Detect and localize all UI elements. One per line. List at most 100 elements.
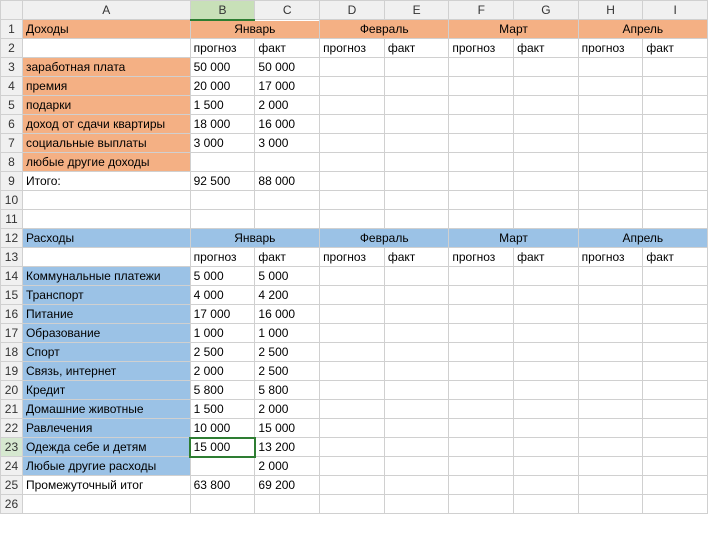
col-header-D[interactable]: D (320, 1, 385, 20)
cell[interactable] (514, 77, 579, 96)
cell[interactable]: 2 000 (190, 362, 255, 381)
cell[interactable] (578, 381, 643, 400)
cell[interactable]: Транспорт (22, 286, 190, 305)
cell[interactable] (384, 267, 449, 286)
col-header-I[interactable]: I (643, 1, 708, 20)
cell[interactable] (320, 96, 385, 115)
cell[interactable] (514, 305, 579, 324)
row-header[interactable]: 10 (1, 191, 23, 210)
cell[interactable]: Образование (22, 324, 190, 343)
cell[interactable]: 18 000 (190, 115, 255, 134)
cell[interactable] (449, 400, 514, 419)
cell[interactable] (643, 419, 708, 438)
cell[interactable] (384, 153, 449, 172)
cell[interactable]: 1 000 (255, 324, 320, 343)
cell[interactable] (190, 210, 255, 229)
cell[interactable] (514, 267, 579, 286)
cell[interactable] (514, 343, 579, 362)
cell[interactable]: 2 500 (190, 343, 255, 362)
cell[interactable] (578, 400, 643, 419)
cell[interactable] (384, 476, 449, 495)
cell[interactable] (320, 495, 385, 514)
cell[interactable]: Домашние животные (22, 400, 190, 419)
cell[interactable]: факт (255, 39, 320, 58)
cell[interactable] (384, 343, 449, 362)
cell[interactable]: прогноз (320, 248, 385, 267)
cell[interactable]: Питание (22, 305, 190, 324)
cell[interactable] (320, 286, 385, 305)
row-header[interactable]: 4 (1, 77, 23, 96)
cell[interactable]: факт (384, 248, 449, 267)
col-header-F[interactable]: F (449, 1, 514, 20)
cell[interactable]: социальные выплаты (22, 134, 190, 153)
cell[interactable]: 5 000 (190, 267, 255, 286)
cell[interactable]: 1 000 (190, 324, 255, 343)
cell[interactable]: 50 000 (255, 58, 320, 77)
row-header[interactable]: 20 (1, 381, 23, 400)
spreadsheet-grid[interactable]: A B C D E F G H I 1 Доходы Январь Феврал… (0, 0, 708, 514)
cell[interactable] (514, 476, 579, 495)
cell[interactable] (449, 362, 514, 381)
cell[interactable] (514, 286, 579, 305)
cell[interactable] (514, 115, 579, 134)
cell[interactable]: 2 500 (255, 343, 320, 362)
cell[interactable] (22, 191, 190, 210)
cell[interactable] (320, 457, 385, 476)
cell[interactable]: 20 000 (190, 77, 255, 96)
cell[interactable] (643, 77, 708, 96)
cell[interactable] (384, 381, 449, 400)
cell[interactable]: доход от сдачи квартиры (22, 115, 190, 134)
cell[interactable] (320, 381, 385, 400)
cell[interactable]: Связь, интернет (22, 362, 190, 381)
cell[interactable]: 3 000 (190, 134, 255, 153)
cell[interactable]: 4 000 (190, 286, 255, 305)
cell[interactable]: 88 000 (255, 172, 320, 191)
cell[interactable]: 17 000 (255, 77, 320, 96)
cell[interactable] (578, 153, 643, 172)
cell[interactable] (578, 324, 643, 343)
col-header-C[interactable]: C (255, 1, 320, 20)
cell[interactable] (384, 172, 449, 191)
row-header[interactable]: 9 (1, 172, 23, 191)
cell[interactable]: Промежуточный итог (22, 476, 190, 495)
cell[interactable]: 4 200 (255, 286, 320, 305)
cell[interactable]: Спорт (22, 343, 190, 362)
cell[interactable]: заработная плата (22, 58, 190, 77)
cell[interactable] (449, 153, 514, 172)
cell[interactable] (578, 419, 643, 438)
cell[interactable] (514, 58, 579, 77)
cell[interactable] (449, 324, 514, 343)
cell[interactable]: факт (384, 39, 449, 58)
cell[interactable] (578, 172, 643, 191)
cell[interactable] (320, 210, 385, 229)
cell[interactable] (384, 457, 449, 476)
cell[interactable] (320, 438, 385, 457)
row-header[interactable]: 17 (1, 324, 23, 343)
cell[interactable]: факт (643, 248, 708, 267)
cell[interactable] (578, 210, 643, 229)
cell[interactable] (449, 96, 514, 115)
row-header[interactable]: 2 (1, 39, 23, 58)
cell[interactable]: прогноз (578, 39, 643, 58)
cell[interactable] (190, 457, 255, 476)
cell[interactable]: Кредит (22, 381, 190, 400)
cell[interactable] (320, 58, 385, 77)
row-header[interactable]: 19 (1, 362, 23, 381)
cell[interactable] (643, 343, 708, 362)
cell[interactable] (514, 153, 579, 172)
cell[interactable] (384, 324, 449, 343)
cell[interactable] (578, 77, 643, 96)
cell[interactable] (449, 267, 514, 286)
cell[interactable] (449, 77, 514, 96)
cell[interactable] (643, 191, 708, 210)
row-header[interactable]: 25 (1, 476, 23, 495)
cell[interactable]: 63 800 (190, 476, 255, 495)
cell[interactable] (449, 58, 514, 77)
cell[interactable] (255, 153, 320, 172)
cell[interactable]: 1 500 (190, 400, 255, 419)
col-header-A[interactable]: A (22, 1, 190, 20)
cell[interactable] (578, 438, 643, 457)
cell[interactable] (643, 267, 708, 286)
row-header[interactable]: 14 (1, 267, 23, 286)
cell[interactable] (514, 134, 579, 153)
